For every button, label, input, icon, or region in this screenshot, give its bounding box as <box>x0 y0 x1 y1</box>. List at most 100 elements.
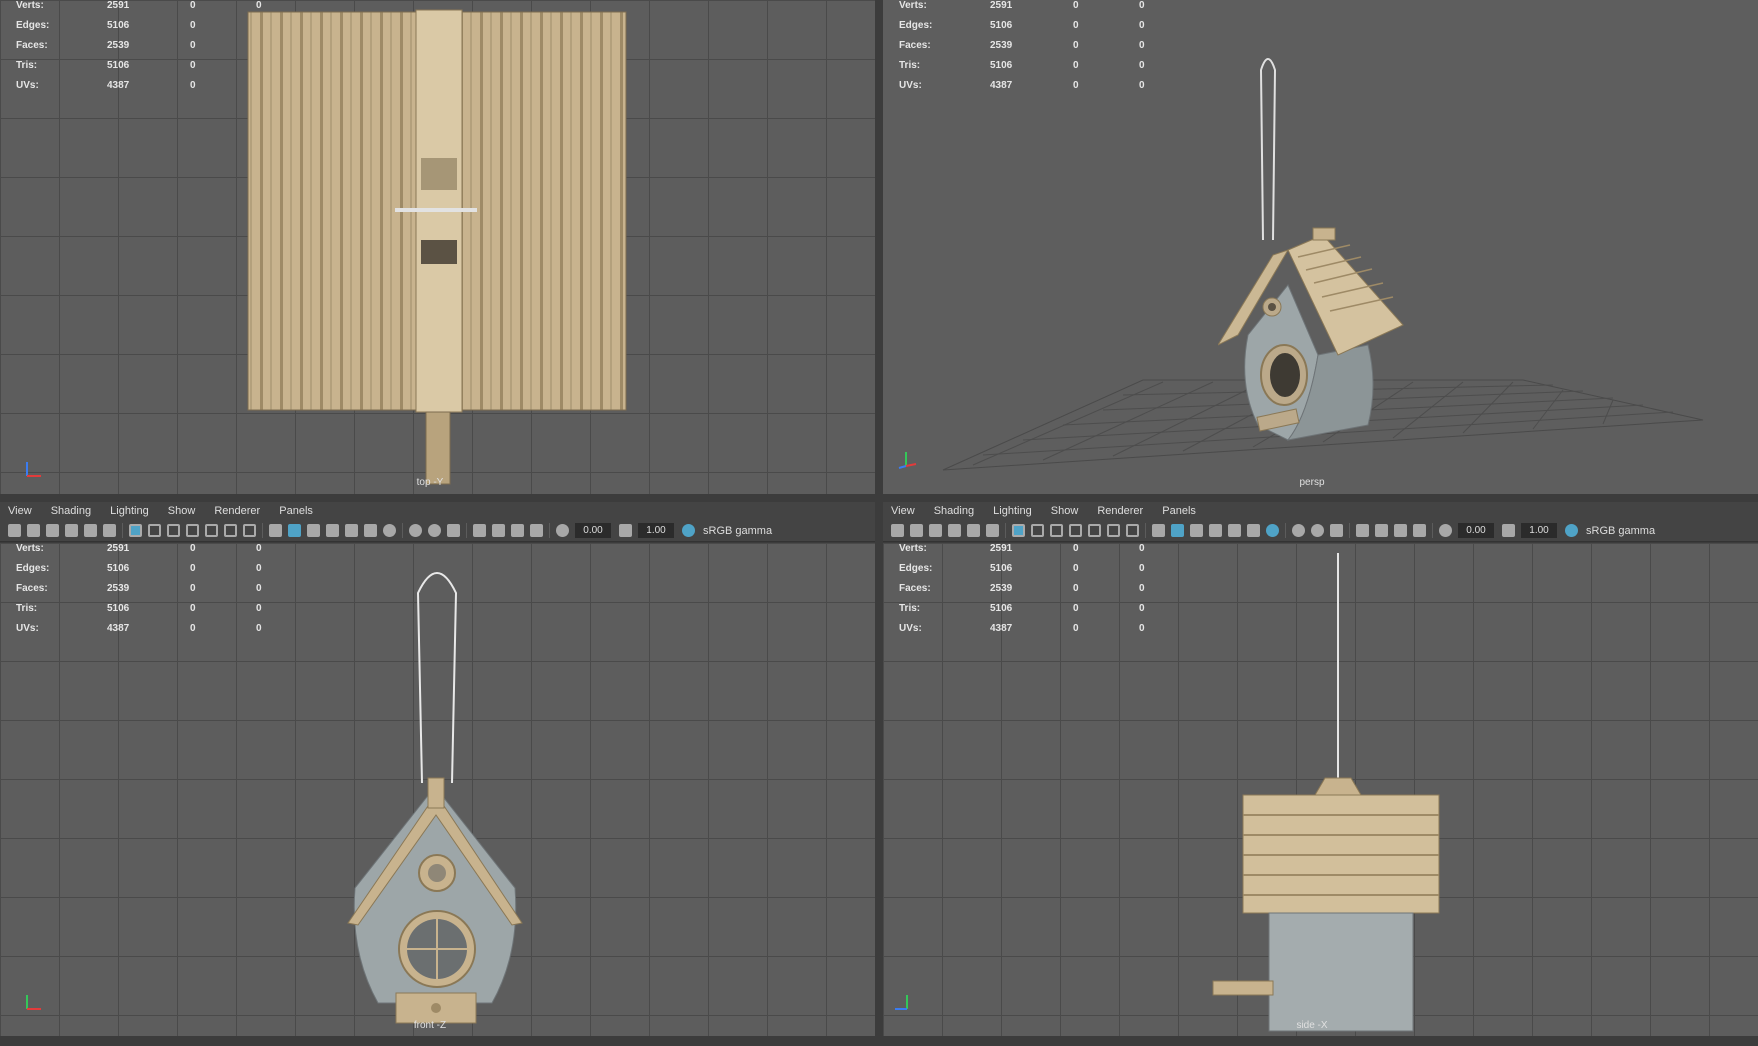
motion-blur-icon[interactable] <box>1311 524 1324 537</box>
textured-icon[interactable] <box>345 524 358 537</box>
camera-select-icon[interactable] <box>8 524 21 537</box>
gamma-field[interactable]: 1.00 <box>1521 523 1557 538</box>
image-plane-icon[interactable] <box>65 524 78 537</box>
menu-view[interactable]: View <box>883 502 923 517</box>
birdhouse-top-model[interactable] <box>240 8 640 488</box>
resolution-gate-icon[interactable] <box>1050 524 1063 537</box>
gate-mask-icon[interactable] <box>1069 524 1082 537</box>
camera-select-icon[interactable] <box>891 524 904 537</box>
gamma-icon[interactable] <box>619 524 632 537</box>
xray-icon[interactable] <box>1375 524 1388 537</box>
xray-components-icon[interactable] <box>1413 524 1426 537</box>
exposure-field[interactable]: 0.00 <box>575 523 611 538</box>
field-chart-icon[interactable] <box>1088 524 1101 537</box>
menu-show[interactable]: Show <box>160 502 204 517</box>
film-gate-icon[interactable] <box>1031 524 1044 537</box>
menu-shading[interactable]: Shading <box>926 502 982 517</box>
two-d-pan-icon[interactable] <box>84 524 97 537</box>
grease-pencil-icon[interactable] <box>103 524 116 537</box>
menu-shading[interactable]: Shading <box>43 502 99 517</box>
xray-joints-icon[interactable] <box>1394 524 1407 537</box>
wireframe-on-shaded-icon[interactable] <box>326 524 339 537</box>
wireframe-on-shaded-icon[interactable] <box>1209 524 1222 537</box>
shadows-icon[interactable] <box>383 524 396 537</box>
menu-renderer[interactable]: Renderer <box>1089 502 1151 517</box>
view-transform-label[interactable]: sRGB gamma <box>703 525 772 537</box>
smooth-shade-icon[interactable] <box>1171 524 1184 537</box>
hud-value: 0 <box>190 40 196 51</box>
exposure-icon[interactable] <box>556 524 569 537</box>
motion-blur-icon[interactable] <box>428 524 441 537</box>
smooth-shade-icon[interactable] <box>288 524 301 537</box>
hud-label: UVs: <box>16 623 39 634</box>
isolate-select-icon[interactable] <box>1356 524 1369 537</box>
hud-label: UVs: <box>16 80 39 91</box>
camera-attributes-icon[interactable] <box>27 524 40 537</box>
hud-row-tris: Tris:510600 <box>16 60 266 80</box>
resolution-gate-icon[interactable] <box>167 524 180 537</box>
use-all-lights-icon[interactable] <box>1247 524 1260 537</box>
field-chart-icon[interactable] <box>205 524 218 537</box>
safe-title-icon[interactable] <box>1126 524 1139 537</box>
menu-renderer[interactable]: Renderer <box>206 502 268 517</box>
grease-pencil-icon[interactable] <box>986 524 999 537</box>
gamma-field[interactable]: 1.00 <box>638 523 674 538</box>
menu-panels[interactable]: Panels <box>271 502 321 517</box>
hud-row-edges: Edges: 5106 0 0 <box>899 563 1149 583</box>
two-d-pan-icon[interactable] <box>967 524 980 537</box>
menu-panels[interactable]: Panels <box>1154 502 1204 517</box>
image-plane-icon[interactable] <box>948 524 961 537</box>
grid-toggle-icon[interactable] <box>1012 524 1025 537</box>
camera-attributes-icon[interactable] <box>910 524 923 537</box>
xray-joints-icon[interactable] <box>511 524 524 537</box>
safe-title-icon[interactable] <box>243 524 256 537</box>
hud-value: 0 <box>1073 40 1079 51</box>
view-transform-label[interactable]: sRGB gamma <box>1586 525 1655 537</box>
isolate-select-icon[interactable] <box>473 524 486 537</box>
exposure-field[interactable]: 0.00 <box>1458 523 1494 538</box>
viewport-top[interactable]: Verts:259100 Edges:510600 Faces:253900 T… <box>0 0 875 494</box>
anti-aliasing-icon[interactable] <box>447 524 460 537</box>
default-material-icon[interactable] <box>307 524 320 537</box>
menu-show[interactable]: Show <box>1043 502 1087 517</box>
color-management-icon[interactable] <box>682 524 695 537</box>
grid-toggle-icon[interactable] <box>129 524 142 537</box>
textured-icon[interactable] <box>1228 524 1241 537</box>
use-all-lights-icon[interactable] <box>364 524 377 537</box>
xray-icon[interactable] <box>492 524 505 537</box>
color-management-icon[interactable] <box>1565 524 1578 537</box>
viewport-front[interactable]: Verts: 2591 0 0 Edges: 5106 0 0 Faces: 2539 0 0 T… <box>0 543 875 1036</box>
wireframe-icon[interactable] <box>1152 524 1165 537</box>
anti-aliasing-icon[interactable] <box>1330 524 1343 537</box>
ambient-occlusion-icon[interactable] <box>409 524 422 537</box>
hud-value: 0 <box>1139 563 1145 574</box>
film-gate-icon[interactable] <box>148 524 161 537</box>
hud-value: 0 <box>190 623 196 634</box>
viewport-persp[interactable]: Verts: 2591 0 0 Edges: 5106 0 0 Faces: 2539 0 0 T… <box>883 0 1758 494</box>
hud-label: Edges: <box>16 20 50 31</box>
birdhouse-side-model[interactable] <box>1203 553 1443 1033</box>
gamma-icon[interactable] <box>1502 524 1515 537</box>
bookmark-icon[interactable] <box>46 524 59 537</box>
hud-value: 2591 <box>107 543 130 554</box>
menu-lighting[interactable]: Lighting <box>985 502 1040 517</box>
safe-action-icon[interactable] <box>224 524 237 537</box>
birdhouse-front-model[interactable] <box>330 553 540 1033</box>
toolbar-separator <box>262 523 263 538</box>
bookmark-icon[interactable] <box>929 524 942 537</box>
gate-mask-icon[interactable] <box>186 524 199 537</box>
ambient-occlusion-icon[interactable] <box>1292 524 1305 537</box>
hud-value: 0 <box>190 583 196 594</box>
menu-lighting[interactable]: Lighting <box>102 502 157 517</box>
shadows-icon[interactable] <box>1266 524 1279 537</box>
exposure-icon[interactable] <box>1439 524 1452 537</box>
viewport-side[interactable]: Verts: 2591 0 0 Edges: 5106 0 0 Faces: 2539 0 0 T… <box>883 543 1758 1036</box>
wireframe-icon[interactable] <box>269 524 282 537</box>
default-material-icon[interactable] <box>1190 524 1203 537</box>
hud-value: 0 <box>1139 0 1145 11</box>
xray-components-icon[interactable] <box>530 524 543 537</box>
menu-view[interactable]: View <box>0 502 40 517</box>
hud-value: 4387 <box>107 623 130 634</box>
safe-action-icon[interactable] <box>1107 524 1120 537</box>
birdhouse-persp-body[interactable] <box>1218 225 1458 465</box>
